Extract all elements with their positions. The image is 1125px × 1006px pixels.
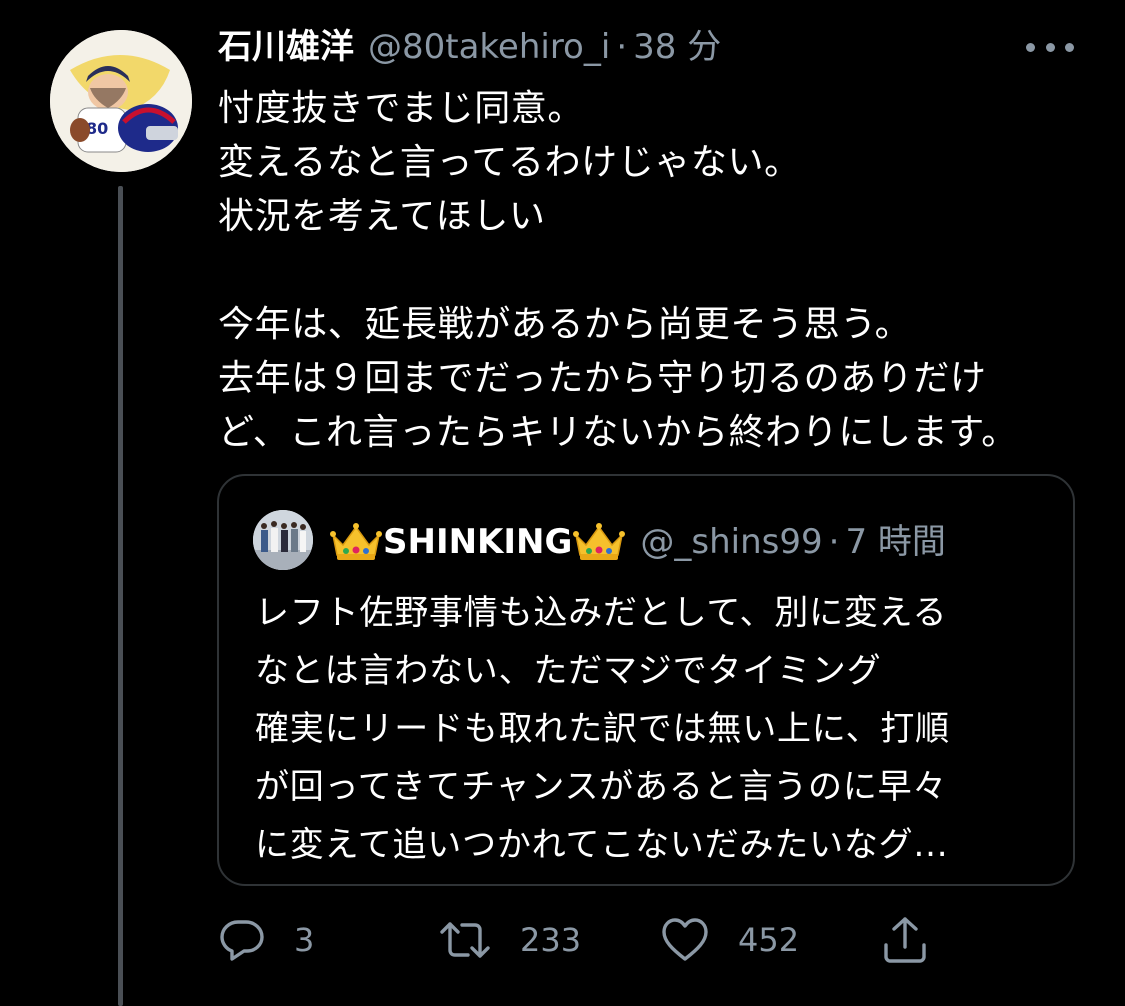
retweet-icon [440, 922, 490, 958]
share-button[interactable] [882, 910, 928, 970]
reply-count: 3 [294, 921, 315, 959]
quoted-line: に変えて追いつかれてこないだみたいなグ... [255, 825, 949, 865]
tweet-header: 石川雄洋 @80takehiro_i · 38 分 [218, 22, 721, 72]
heart-icon [662, 918, 708, 961]
retweet-button[interactable]: 233 [438, 910, 581, 970]
quoted-name-text: SHINKING [383, 522, 573, 562]
quoted-line: が回ってきてチャンスがあると言うのに早々 [255, 767, 948, 807]
timestamp[interactable]: 38 分 [633, 22, 721, 72]
tweet-line: 忖度抜きでまじ同意。 [218, 88, 585, 129]
quoted-handle[interactable]: @_shins99 [640, 516, 822, 568]
quoted-timestamp[interactable]: 7 時間 [845, 516, 945, 568]
handle[interactable]: @80takehiro_i [368, 22, 610, 72]
crown-icon [573, 523, 626, 560]
quoted-line: なとは言わない、ただマジでタイミング [255, 651, 882, 691]
like-count: 452 [738, 921, 800, 959]
quoted-text: レフト佐野事情も込みだとして、別に変える なとは言わない、ただマジでタイミング … [255, 584, 1055, 874]
quoted-tweet[interactable]: SHINKING @_shins99 · 7 時間 レフト佐野事情も込みだとして… [217, 474, 1075, 886]
tweet-line: 今年は、延長戦があるから尚更そう思う。 [218, 304, 912, 345]
reply-icon [220, 920, 264, 961]
more-horizontal-icon[interactable] [1026, 30, 1074, 64]
quoted-avatar[interactable] [253, 510, 313, 570]
retweet-count: 233 [520, 921, 582, 959]
crown-icon [330, 523, 382, 560]
tweet-text: 忖度抜きでまじ同意。 変えるなと言ってるわけじゃない。 状況を考えてほしい 今年… [218, 82, 1098, 460]
quoted-line: 確実にリードも取れた訳では無い上に、打順 [255, 709, 950, 749]
tweet-line: ど、これ言ったらキリないから終わりにします。 [218, 412, 1018, 453]
separator-dot: · [828, 522, 840, 562]
separator-dot: · [616, 27, 628, 67]
like-button[interactable]: 452 [660, 910, 799, 970]
tweet-actions: 3 233 452 [218, 910, 1078, 970]
tweet-line: 去年は９回までだったから守り切るのありだけ [218, 358, 987, 399]
share-icon [884, 917, 926, 963]
avatar[interactable]: 80 [50, 30, 192, 172]
tweet-line: 状況を考えてほしい [218, 196, 546, 237]
reply-button[interactable]: 3 [218, 910, 314, 970]
display-name[interactable]: 石川雄洋 [218, 22, 354, 72]
thread-line [118, 186, 123, 1006]
tweet-line: 変えるなと言ってるわけじゃない。 [218, 142, 801, 183]
quoted-header: SHINKING @_shins99 · 7 時間 [329, 516, 946, 568]
quoted-display-name[interactable]: SHINKING [329, 516, 626, 568]
quoted-line: レフト佐野事情も込みだとして、別に変える [255, 593, 948, 633]
